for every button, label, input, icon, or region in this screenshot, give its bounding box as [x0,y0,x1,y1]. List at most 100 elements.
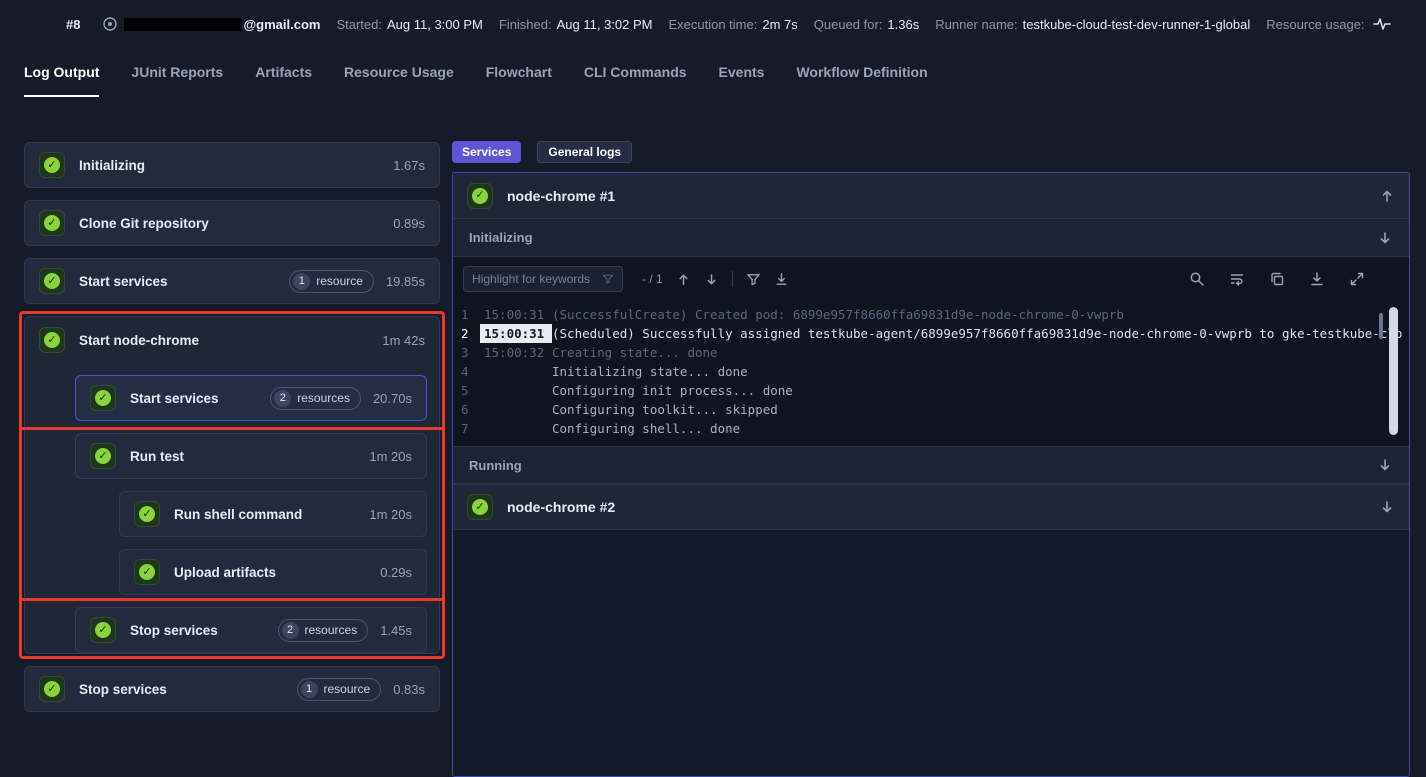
keyword-search-box [463,266,623,292]
resource-badge: 1 resource [289,270,374,293]
success-check-icon: ✓ [39,268,65,294]
step-initializing[interactable]: ✓ Initializing 1.67s [24,142,440,188]
resource-usage-label: Resource usage: [1266,17,1364,32]
execution-id: #8 [66,17,80,32]
step-stop-services[interactable]: ✓ Stop services 1 resource 0.83s [24,666,440,712]
chevron-down-icon[interactable] [1377,230,1393,246]
section-initializing-row[interactable]: Initializing [453,219,1409,257]
step-upload-artifacts[interactable]: ✓ Upload artifacts 0.29s [119,549,427,595]
previous-match-icon[interactable] [676,272,691,287]
step-duration: 1.45s [380,623,412,638]
service-title: node-chrome #2 [507,499,1379,515]
wrap-lines-icon[interactable] [1229,271,1245,287]
tab-services[interactable]: Services [452,141,521,163]
fullscreen-icon[interactable] [1349,271,1365,287]
success-check-icon: ✓ [90,385,116,411]
chevron-up-icon[interactable] [1379,188,1395,204]
download-icon[interactable] [1309,271,1325,287]
step-duration: 1m 42s [382,333,425,348]
log-line-selected[interactable]: 215:00:31(Scheduled) Successfully assign… [453,324,1409,343]
next-match-icon[interactable] [704,272,719,287]
log-lines: 115:00:31(SuccessfulCreate) Created pod:… [453,301,1409,446]
log-actions [1189,271,1365,287]
step-start-services-nested[interactable]: ✓ Start services 2 resources 20.70s [75,375,427,421]
redacted-email [124,18,242,31]
step-stop-services-nested[interactable]: ✓ Stop services 2 resources 1.45s [75,607,427,653]
service-node-chrome-2-header[interactable]: ✓ node-chrome #2 [453,484,1409,530]
filter-funnel-icon[interactable] [602,273,614,285]
resource-badge: 1 resource [297,678,382,701]
runner-name-label: Runner name: [935,17,1017,32]
success-check-icon: ✓ [39,210,65,236]
log-output-panel: Services General logs ✓ node-chrome #1 I… [452,141,1410,736]
step-clone-git-repository[interactable]: ✓ Clone Git repository 0.89s [24,200,440,246]
copy-icon[interactable] [1269,271,1285,287]
log-line[interactable]: 7Configuring shell... done [453,419,1409,438]
step-duration: 20.70s [373,391,412,406]
execution-time-label: Execution time: [668,17,757,32]
success-check-icon: ✓ [134,501,160,527]
step-duration: 0.83s [393,682,425,697]
steps-panel: ✓ Initializing 1.67s ✓ Clone Git reposit… [24,142,440,724]
divider [732,271,733,287]
execution-header: #8 @gmail.com Started:Aug 11, 3:00 PM Fi… [0,0,1426,48]
queued-label: Queued for: [814,17,883,32]
step-group-start-node-chrome: ✓ Start node-chrome 1m 42s ✓ Start servi… [24,316,440,654]
log-line[interactable]: 315:00:32Creating state... done [453,343,1409,362]
email-suffix: @gmail.com [243,17,320,32]
step-label: Upload artifacts [174,565,368,580]
chevron-down-icon[interactable] [1379,499,1395,515]
step-label: Start services [79,274,289,289]
success-check-icon: ✓ [39,152,65,178]
log-line[interactable]: 5Configuring init process... done [453,381,1409,400]
chevron-down-icon[interactable] [1377,457,1393,473]
success-check-icon: ✓ [467,183,493,209]
log-scrollbar-inner[interactable] [1379,313,1383,339]
resource-badge: 2 resources [270,387,361,410]
log-line[interactable]: 6Configuring toolkit... skipped [453,400,1409,419]
tab-events[interactable]: Events [719,64,765,97]
tab-artifacts[interactable]: Artifacts [255,64,312,97]
section-running-row[interactable]: Running [453,446,1409,484]
section-label: Running [469,458,522,473]
filter-icon[interactable] [746,272,761,287]
success-check-icon: ✓ [467,494,493,520]
tab-resource-usage[interactable]: Resource Usage [344,64,454,97]
keyword-search-input[interactable] [472,272,602,286]
step-run-shell-command[interactable]: ✓ Run shell command 1m 20s [119,491,427,537]
success-check-icon: ✓ [90,617,116,643]
step-start-node-chrome[interactable]: ✓ Start node-chrome 1m 42s [25,317,439,363]
scroll-to-bottom-icon[interactable] [774,272,789,287]
step-label: Start services [130,391,270,406]
log-toolbar: - / 1 [453,257,1409,301]
step-start-services[interactable]: ✓ Start services 1 resource 19.85s [24,258,440,304]
step-duration: 1m 20s [369,507,412,522]
step-label: Stop services [130,623,278,638]
log-line[interactable]: 4Initializing state... done [453,362,1409,381]
tab-general-logs[interactable]: General logs [537,141,632,163]
log-scrollbar[interactable] [1389,307,1398,435]
step-duration: 0.89s [393,216,425,231]
resource-usage-waveform-icon[interactable] [1373,17,1391,31]
step-group-run-test: ✓ Run test 1m 20s ✓ Run shell command 1m… [25,433,439,595]
step-duration: 19.85s [386,274,425,289]
step-run-test[interactable]: ✓ Run test 1m 20s [75,433,427,479]
step-duration: 1m 20s [369,449,412,464]
tab-workflow-definition[interactable]: Workflow Definition [796,64,927,97]
success-check-icon: ✓ [39,676,65,702]
tab-cli-commands[interactable]: CLI Commands [584,64,687,97]
tab-log-output[interactable]: Log Output [24,64,99,97]
match-counter: - / 1 [642,272,663,286]
search-icon[interactable] [1189,271,1205,287]
started-label: Started: [336,17,382,32]
service-node-chrome-1-header[interactable]: ✓ node-chrome #1 [453,173,1409,219]
queued-value: 1.36s [887,17,919,32]
tab-junit-reports[interactable]: JUnit Reports [131,64,223,97]
services-list-panel: ✓ node-chrome #1 Initializing [452,172,1410,777]
step-label: Run shell command [174,507,357,522]
tab-bar: Log Output JUnit Reports Artifacts Resou… [24,64,928,97]
log-line[interactable]: 115:00:31(SuccessfulCreate) Created pod:… [453,305,1409,324]
tab-flowchart[interactable]: Flowchart [486,64,552,97]
success-check-icon: ✓ [90,443,116,469]
finished-value: Aug 11, 3:02 PM [557,17,653,32]
